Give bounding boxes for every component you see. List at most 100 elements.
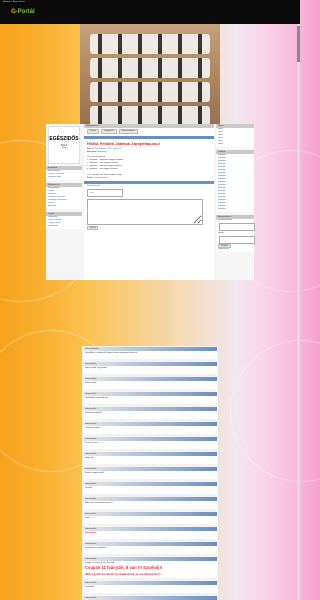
post-category-row: Kategória: Bejelentés (84, 151, 214, 154)
comments-button[interactable]: Hozzászólások (118, 129, 139, 134)
comment-item: Hozzászólás Szép munka! (83, 377, 217, 389)
comment-body: Szép munka! (83, 381, 217, 389)
page-container: EGÉSZIDŐS 2012 Blog Kezdőlap Bemutatkozá… (46, 124, 255, 280)
source-label: Forrás: (87, 177, 94, 179)
comment-item: Hozzászólás Büszke vagyok rátok! (83, 467, 217, 479)
comment-submit-button[interactable]: Elküld (87, 226, 99, 230)
comment-body: Jó volt a meccs! (83, 441, 217, 449)
comment-item: Hozzászólás Hajrá! (83, 512, 217, 524)
comment-box-label: Új hozzászólás (87, 185, 101, 187)
comment-body: Büszke vagyok rátok! (83, 471, 217, 479)
separator-bar (84, 181, 214, 184)
comment-text: Hajrá lányok! Így tovább! (85, 367, 108, 369)
comment-item: Hozzászólás Jó volt a meccs! (83, 437, 217, 449)
top-bar: Belépés / Regisztráció G-Portál (0, 0, 300, 24)
left-menu-3: Linkek Szövetség Partner oldalak Csapat … (46, 212, 82, 229)
comment-body: Hajrá! (83, 516, 217, 524)
like-button[interactable]: Tetszik (87, 129, 100, 134)
comment-item: HozzászólásSzép eredmény! (83, 596, 217, 600)
photo-row (90, 34, 210, 54)
left-menu-2: Mérkőzések Eredmények Tabella Sorsolás L… (46, 183, 82, 209)
comment-text: Szép volt! (85, 457, 94, 459)
comment-text: Szurkolunk nektek! (85, 412, 102, 414)
left-menu-1: Kezdőlap Bemutatkozás Fórum a csapatról … (46, 166, 82, 180)
photo-row (90, 106, 210, 126)
comment-text: Gratulálok mindenkinek! (85, 397, 109, 399)
post-line: 4. helyezett – Vas megyei szakasz (87, 168, 118, 170)
right-box-menu: Menü Hírek Hírek Hírek Hírek Hírek Hírek (216, 124, 254, 147)
calendar-label: Blog (61, 147, 66, 149)
comment-body: Szép volt! (83, 456, 217, 464)
post-toolbar: Tetszik Megosztás Hozzászólások (84, 128, 214, 135)
photo-row (90, 82, 210, 102)
comment-item: Hozzászólás Szép képek! (83, 527, 217, 539)
comment-item: Hozzászólás Mikor lesz a következő meccs? (83, 497, 217, 509)
login-link[interactable]: Belépés / Regisztráció (3, 1, 25, 3)
comment-text: Köszönjük a szurkolást! (85, 547, 107, 549)
comment-text: Jó volt a meccs! (85, 442, 100, 444)
calendar-day: EGÉSZIDŐS (49, 136, 79, 142)
left-menu-item[interactable]: Támogatók (46, 225, 82, 228)
comments-list: Hozzászólások Gratulálok a csapatnak! Nag… (82, 346, 218, 600)
comment-item: Hozzászólások Gratulálok a csapatnak! Nag… (83, 347, 217, 359)
right-menu-item[interactable]: Hírek (216, 143, 254, 146)
left-sidebar: EGÉSZIDŐS 2012 Blog Kezdőlap Bemutatkozá… (46, 124, 82, 280)
username-label: Felhasználónév (218, 219, 233, 221)
scrollbar-track[interactable] (297, 24, 300, 600)
comment-highlight: akik együtt nemarak hozzájárulnak az ere… (85, 572, 161, 576)
photo-row (90, 58, 210, 78)
comment-item: Hozzászólás Köszönjük a szurkolást! (83, 542, 217, 554)
comment-text: Gratulálok! (85, 586, 95, 588)
comment-body: Mikor lesz a következő meccs? (83, 501, 217, 509)
right-box-login: Bejelentkezés Felhasználónév Jelszó Belé… (216, 215, 255, 252)
post-category[interactable]: Bejelentés (97, 151, 106, 153)
calendar-widget: EGÉSZIDŐS 2012 Blog (48, 126, 80, 164)
comment-text: Gratulálok a csapatnak! Nagyon szép ered… (85, 352, 138, 354)
right-box-pages: Oldalak Edzések Edzések Edzések Edzések … (216, 150, 254, 212)
comment-text: Szép munka! (85, 382, 97, 384)
category-label: Kategória: (87, 151, 97, 153)
comment-item: Hozzászólás Csak így tovább! (83, 422, 217, 434)
comment-body: Hajrá lányok! Így tovább! (83, 366, 217, 374)
password-input[interactable] (219, 236, 255, 244)
comment-item: Hozzászólás Hajrá lányok! Így tovább! (83, 362, 217, 374)
comment-body: Csak így tovább! (83, 426, 217, 434)
post-author[interactable]: Pető Tiborné · 2012. április 12. (95, 148, 122, 150)
comment-item: Hozzászólás Gratulálok! (83, 581, 217, 593)
username-input[interactable] (219, 223, 255, 231)
comment-body: Köszönjük a szurkolást! (83, 546, 217, 554)
post-title[interactable]: HSMA Feltöltő Játékok Zárójelfakulou! (87, 141, 211, 146)
comment-textarea[interactable] (87, 199, 203, 225)
author-label: Szerző: (87, 148, 95, 150)
comment-body: Gratulálok! (83, 585, 217, 593)
comment-item: Hozzászólás Gratulálok mindenkinek! (83, 392, 217, 404)
left-menu-item[interactable]: Szurkolói oldal (46, 176, 82, 179)
comment-body: Gratula! (83, 486, 217, 494)
comment-body: Csupán 11 hiány, 8 van. Szurkolj! Csupán … (83, 561, 217, 578)
comment-body: Gratulálok a csapatnak! Nagyon szép ered… (83, 351, 217, 359)
comment-text: Gratula! (85, 487, 93, 489)
right-sidebar: Menü Hírek Hírek Hírek Hírek Hírek Hírek… (216, 124, 255, 280)
right-menu-item[interactable]: Edzések (216, 208, 254, 211)
left-menu-item[interactable]: Archívum (46, 205, 82, 208)
scrollbar-thumb[interactable] (297, 26, 300, 62)
comment-text: Mikor lesz a következő meccs? (85, 502, 113, 504)
comment-item: Hozzászólás Szurkolunk nektek! (83, 407, 217, 419)
share-button[interactable]: Megosztás (101, 129, 117, 134)
logo-text: -Portál (15, 9, 35, 15)
main-content: Bejegyzések Tetszik Megosztás Hozzászólá… (84, 124, 214, 280)
comment-body: Gratulálok mindenkinek! (83, 396, 217, 404)
password-label: Jelszó (218, 232, 224, 234)
post-source[interactable]: www.g-portal.hu (94, 177, 108, 179)
comment-text: Büszke vagyok rátok! (85, 472, 105, 474)
comment-item: Hozzászólás Gratula! (83, 482, 217, 494)
post-source-row: Forrás: www.g-portal.hu (84, 177, 214, 180)
site-logo[interactable]: G-Portál (11, 9, 35, 15)
register-link[interactable]: Regisztráció (216, 248, 254, 251)
comment-body: Szurkolunk nektek! (83, 411, 217, 419)
comment-item: Hozzászólás Csupán 11 hiány, 8 van. Szurk… (83, 557, 217, 578)
comment-body: Szép képek! (83, 531, 217, 539)
comment-text: Csak így tovább! (85, 427, 100, 429)
comment-name-input[interactable] (87, 189, 123, 197)
comment-text: Hajrá! (85, 517, 91, 519)
